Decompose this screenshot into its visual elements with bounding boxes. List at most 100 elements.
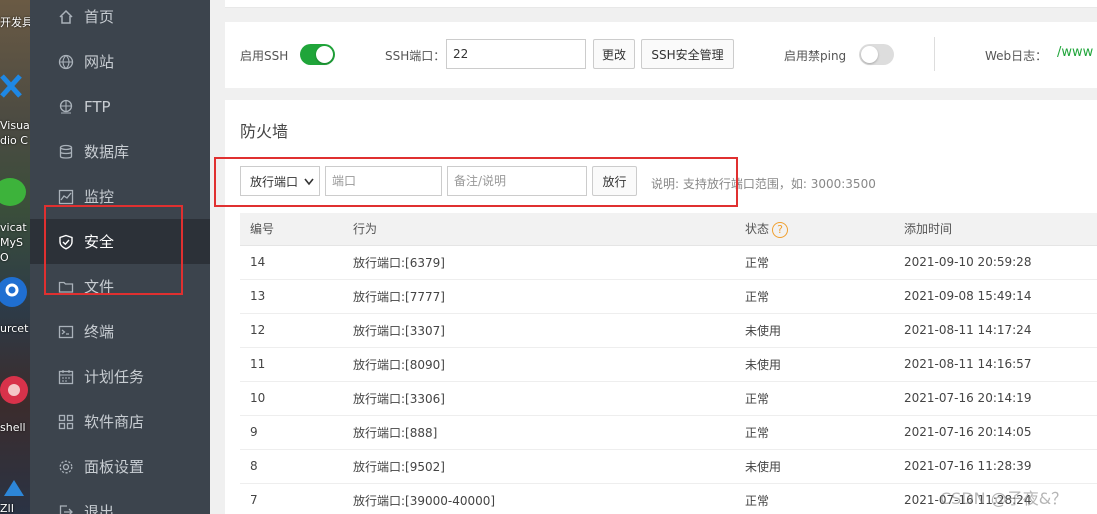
sidebar-item-label: 退出 bbox=[84, 503, 115, 514]
change-port-button[interactable]: 更改 bbox=[593, 39, 635, 69]
sidebar-item-ftp[interactable]: FTP bbox=[30, 84, 210, 129]
table-row[interactable]: 8 放行端口:[9502] 未使用 2021-07-16 11:28:39 bbox=[240, 449, 1097, 483]
xshell-icon bbox=[0, 376, 28, 404]
desktop-app-icon[interactable]: 开发具 bbox=[0, 0, 30, 50]
rule-id: 12 bbox=[250, 323, 266, 337]
gear-icon bbox=[58, 459, 74, 475]
rule-id: 10 bbox=[250, 391, 266, 405]
rule-status: 未使用 bbox=[745, 357, 782, 372]
help-icon[interactable]: ? bbox=[772, 221, 789, 238]
sidebar-item-database[interactable]: 数据库 bbox=[30, 129, 210, 174]
sidebar-item-cron[interactable]: 计划任务 bbox=[30, 354, 210, 399]
firewall-title: 防火墙 bbox=[240, 122, 289, 141]
ftp-icon bbox=[58, 99, 74, 115]
visual-studio-desktop-icon[interactable]: Visua dio C bbox=[0, 68, 30, 153]
desktop-app-label: urcet bbox=[0, 322, 29, 335]
sidebar-item-logout[interactable]: 退出 bbox=[30, 489, 210, 514]
xshell-desktop-icon[interactable]: shell bbox=[0, 370, 30, 440]
column-time-header[interactable]: 添加时间 bbox=[894, 213, 1097, 246]
sidebar-item-label: 终端 bbox=[84, 323, 115, 341]
rule-status: 正常 bbox=[745, 289, 770, 304]
sourcetree-desktop-icon[interactable]: urcet bbox=[0, 272, 30, 342]
column-status-header[interactable]: 状态? bbox=[735, 213, 894, 246]
sidebar-item-website[interactable]: 网站 bbox=[30, 39, 210, 84]
zip-desktop-icon[interactable]: ZII bbox=[0, 470, 30, 514]
monitor-icon bbox=[58, 189, 74, 205]
rule-time: 2021-09-10 20:59:28 bbox=[904, 255, 1032, 269]
apps-icon bbox=[58, 414, 74, 430]
toggle-knob bbox=[861, 46, 878, 63]
ssh-settings-panel: 启用SSH SSH端口： 22 更改 SSH安全管理 启用禁ping Web日志… bbox=[225, 22, 1097, 88]
sidebar-item-label: 首页 bbox=[84, 8, 115, 26]
rule-action: 放行端口:[3307] bbox=[353, 323, 445, 338]
web-log-label: Web日志： bbox=[985, 49, 1048, 63]
rule-status: 正常 bbox=[745, 425, 770, 440]
rule-status: 正常 bbox=[745, 391, 770, 406]
rule-action: 放行端口:[7777] bbox=[353, 289, 445, 304]
navicat-desktop-icon[interactable]: vicat MySO bbox=[0, 170, 30, 264]
logout-icon bbox=[58, 504, 74, 514]
rule-id: 11 bbox=[250, 357, 266, 371]
table-row[interactable]: 13 放行端口:[7777] 正常 2021-09-08 15:49:14 bbox=[240, 279, 1097, 313]
column-id-header[interactable]: 编号 bbox=[240, 213, 343, 246]
rule-action: 放行端口:[39000-40000] bbox=[353, 493, 496, 508]
rule-id: 7 bbox=[250, 493, 258, 507]
desktop-app-label: shell bbox=[0, 421, 26, 434]
column-status-label: 状态 bbox=[745, 222, 770, 236]
desktop-app-label: 开发具 bbox=[0, 16, 30, 29]
rule-id: 9 bbox=[250, 425, 258, 439]
desktop-background: 开发具 Visua dio C vicat MySO urcet shell Z… bbox=[0, 0, 30, 514]
home-icon bbox=[58, 9, 74, 25]
rule-action: 放行端口:[8090] bbox=[353, 357, 445, 372]
sourcetree-icon bbox=[0, 277, 27, 307]
watermark: CSDN @子夜&？ bbox=[940, 489, 1068, 508]
rule-status: 正常 bbox=[745, 255, 770, 270]
sidebar-item-terminal[interactable]: 终端 bbox=[30, 309, 210, 354]
rule-time: 2021-09-08 15:49:14 bbox=[904, 289, 1032, 303]
ssh-enable-label: 启用SSH bbox=[240, 49, 289, 63]
rule-id: 14 bbox=[250, 255, 266, 269]
sidebar-item-label: FTP bbox=[84, 97, 111, 116]
rule-time: 2021-08-11 14:17:24 bbox=[904, 323, 1032, 337]
rule-id: 13 bbox=[250, 289, 266, 303]
sidebar-item-label: 软件商店 bbox=[84, 413, 145, 431]
ssh-port-label: SSH端口： bbox=[385, 49, 446, 63]
rule-status: 未使用 bbox=[745, 459, 782, 474]
calendar-icon bbox=[58, 369, 74, 385]
desktop-app-label: vicat MySO bbox=[0, 221, 27, 264]
globe-icon bbox=[58, 54, 74, 70]
sidebar-item-label: 监控 bbox=[84, 188, 115, 206]
annotation-highlight-firewall-form bbox=[214, 157, 738, 207]
divider bbox=[934, 37, 935, 71]
rule-id: 8 bbox=[250, 459, 258, 473]
sidebar-item-panel-settings[interactable]: 面板设置 bbox=[30, 444, 210, 489]
rule-action: 放行端口:[9502] bbox=[353, 459, 445, 474]
firewall-rules-table: 编号 行为 状态? 添加时间 14 放行端口:[6379] 正常 2021-09… bbox=[240, 213, 1097, 514]
sidebar-item-home[interactable]: 首页 bbox=[30, 0, 210, 39]
toggle-knob bbox=[316, 46, 333, 63]
sidebar-item-label: 计划任务 bbox=[84, 368, 145, 386]
table-row[interactable]: 9 放行端口:[888] 正常 2021-07-16 20:14:05 bbox=[240, 415, 1097, 449]
table-row[interactable]: 14 放行端口:[6379] 正常 2021-09-10 20:59:28 bbox=[240, 245, 1097, 279]
web-log-path-link[interactable]: /www bbox=[1057, 45, 1093, 60]
disable-ping-label: 启用禁ping bbox=[784, 49, 847, 63]
column-action-header[interactable]: 行为 bbox=[343, 213, 735, 246]
ssh-security-manage-button[interactable]: SSH安全管理 bbox=[641, 39, 734, 69]
rule-time: 2021-08-11 14:16:57 bbox=[904, 357, 1032, 371]
visual-studio-icon bbox=[0, 74, 22, 98]
rule-status: 正常 bbox=[745, 493, 770, 508]
database-icon bbox=[58, 144, 74, 160]
desktop-app-label: ZII bbox=[0, 502, 15, 514]
sidebar-item-label: 面板设置 bbox=[84, 458, 145, 476]
rule-action: 放行端口:[3306] bbox=[353, 391, 445, 406]
ssh-port-input[interactable]: 22 bbox=[446, 39, 586, 69]
table-row[interactable]: 11 放行端口:[8090] 未使用 2021-08-11 14:16:57 bbox=[240, 347, 1097, 381]
disable-ping-toggle[interactable] bbox=[859, 44, 894, 65]
ssh-enable-toggle[interactable] bbox=[300, 44, 335, 65]
top-panel bbox=[225, 0, 1097, 8]
annotation-highlight-security bbox=[44, 205, 183, 295]
table-row[interactable]: 10 放行端口:[3306] 正常 2021-07-16 20:14:19 bbox=[240, 381, 1097, 415]
desktop-app-label: Visua dio C bbox=[0, 119, 30, 147]
table-row[interactable]: 12 放行端口:[3307] 未使用 2021-08-11 14:17:24 bbox=[240, 313, 1097, 347]
sidebar-item-app-store[interactable]: 软件商店 bbox=[30, 399, 210, 444]
